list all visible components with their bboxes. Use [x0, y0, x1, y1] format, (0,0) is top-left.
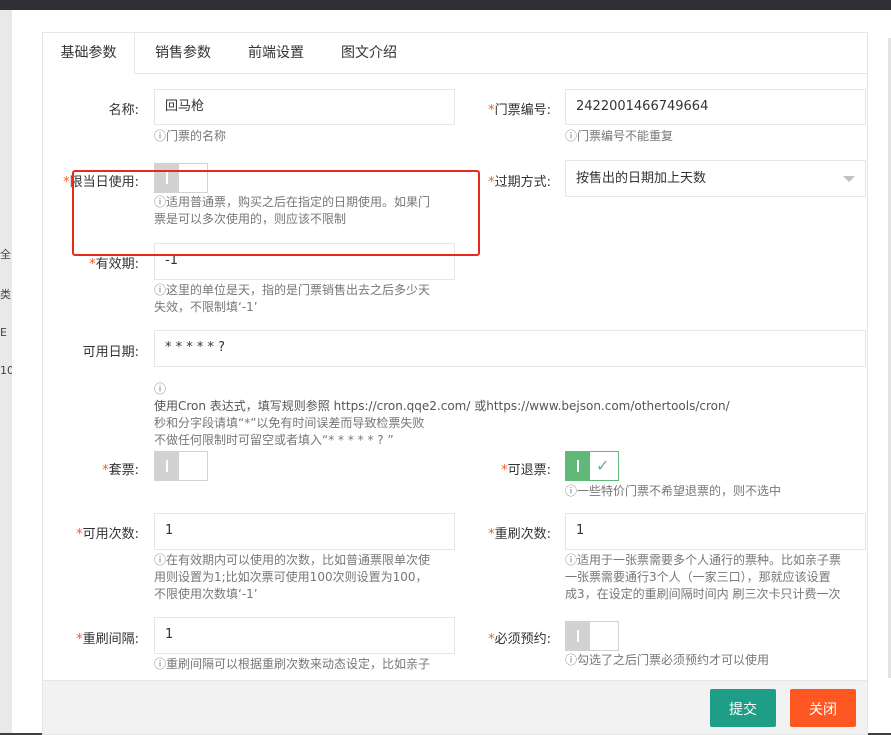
- reswipe-interval-label: *重刷间隔:: [76, 632, 139, 647]
- close-button[interactable]: 关闭: [790, 689, 856, 727]
- background-text: 类: [0, 288, 11, 301]
- chevron-down-icon: [843, 176, 855, 182]
- name-label: 名称:: [108, 103, 139, 118]
- refundable-label: *可退票:: [501, 463, 551, 478]
- same-day-hint: ⓘ适用普通票，购买之后在指定的日期使用。如果门 票是可以多次使用的，则应该不限制: [154, 195, 431, 226]
- ticket-no-input[interactable]: 2422001466749664: [565, 89, 866, 125]
- tab-sales-params[interactable]: 销售参数: [155, 33, 211, 73]
- submit-button[interactable]: 提交: [710, 689, 776, 727]
- expire-mode-label: *过期方式:: [488, 175, 551, 190]
- background-page-strip: 全 类 E 10: [0, 10, 14, 733]
- background-text: E: [0, 326, 7, 339]
- reswipe-count-hint: ⓘ适用于一张票需要多个人通行的票种。比如亲子票 一张票需要通行3个人（一家三口），…: [565, 553, 842, 601]
- tab-basic-params[interactable]: 基础参数: [43, 33, 135, 74]
- switch-knob: [566, 622, 590, 650]
- form-panel: 基础参数 销售参数 前端设置 图文介绍 名称: 回马枪 ⓘ门票的名称 *门票编号…: [42, 32, 868, 735]
- reservation-label: *必须预约:: [488, 632, 551, 647]
- ticket-no-hint: ⓘ门票编号不能重复: [565, 129, 674, 143]
- reswipe-count-label: *重刷次数:: [488, 527, 551, 542]
- tab-rich-intro[interactable]: 图文介绍: [341, 33, 397, 73]
- same-day-switch[interactable]: [154, 163, 208, 193]
- same-day-label: *限当日使用:: [63, 175, 139, 190]
- usage-count-hint: ⓘ在有效期内可以使用的次数，比如普通票限单次使 用则设置为1;比如次票可使用100…: [154, 553, 431, 601]
- check-icon: ✓: [596, 456, 610, 475]
- background-text: 全: [0, 248, 11, 261]
- window-top-bar: [0, 0, 891, 10]
- usage-count-input[interactable]: 1: [154, 513, 455, 550]
- usage-count-label: *可用次数:: [76, 527, 139, 542]
- package-label: *套票:: [102, 463, 139, 478]
- ticket-edit-modal: 基础参数 销售参数 前端设置 图文介绍 名称: 回马枪 ⓘ门票的名称 *门票编号…: [12, 10, 891, 735]
- modal-footer: 提交 关闭: [43, 680, 867, 734]
- name-hint: ⓘ门票的名称: [154, 129, 227, 143]
- name-input[interactable]: 回马枪: [154, 89, 455, 125]
- ticket-no-label: *门票编号:: [488, 103, 551, 118]
- validity-input[interactable]: -1: [154, 243, 455, 280]
- expire-mode-value: 按售出的日期加上天数: [576, 171, 707, 186]
- reswipe-count-input[interactable]: 1: [565, 513, 866, 550]
- reswipe-interval-hint: ⓘ重刷间隔可以根据重刷次数来动态设定，比如亲子: [154, 657, 431, 671]
- expire-mode-select[interactable]: 按售出的日期加上天数: [565, 160, 866, 197]
- reservation-hint: ⓘ勾选了之后门票必须预约才可以使用: [565, 653, 770, 667]
- reservation-switch[interactable]: [565, 621, 619, 651]
- switch-knob: [566, 452, 590, 480]
- reswipe-interval-input[interactable]: 1: [154, 617, 455, 654]
- validity-hint: ⓘ这里的单位是天，指的是门票销售出去之后多少天 失效，不限制填‘-1’: [154, 283, 431, 314]
- switch-knob: [155, 164, 179, 192]
- validity-label: *有效期:: [89, 257, 139, 272]
- refundable-switch[interactable]: ✓: [565, 451, 619, 481]
- switch-knob: [155, 452, 179, 480]
- available-date-input[interactable]: * * * * * ?: [154, 330, 866, 367]
- tab-frontend-settings[interactable]: 前端设置: [248, 33, 304, 73]
- package-switch[interactable]: [154, 451, 208, 481]
- available-date-hint: ⓘ 使用Cron 表达式，填写规则参照 https://cron.qqe2.co…: [154, 382, 730, 447]
- tab-bar: 基础参数 销售参数 前端设置 图文介绍: [43, 33, 867, 74]
- refundable-hint: ⓘ一些特价门票不希望退票的，则不选中: [565, 484, 782, 498]
- available-date-label: 可用日期:: [82, 345, 139, 360]
